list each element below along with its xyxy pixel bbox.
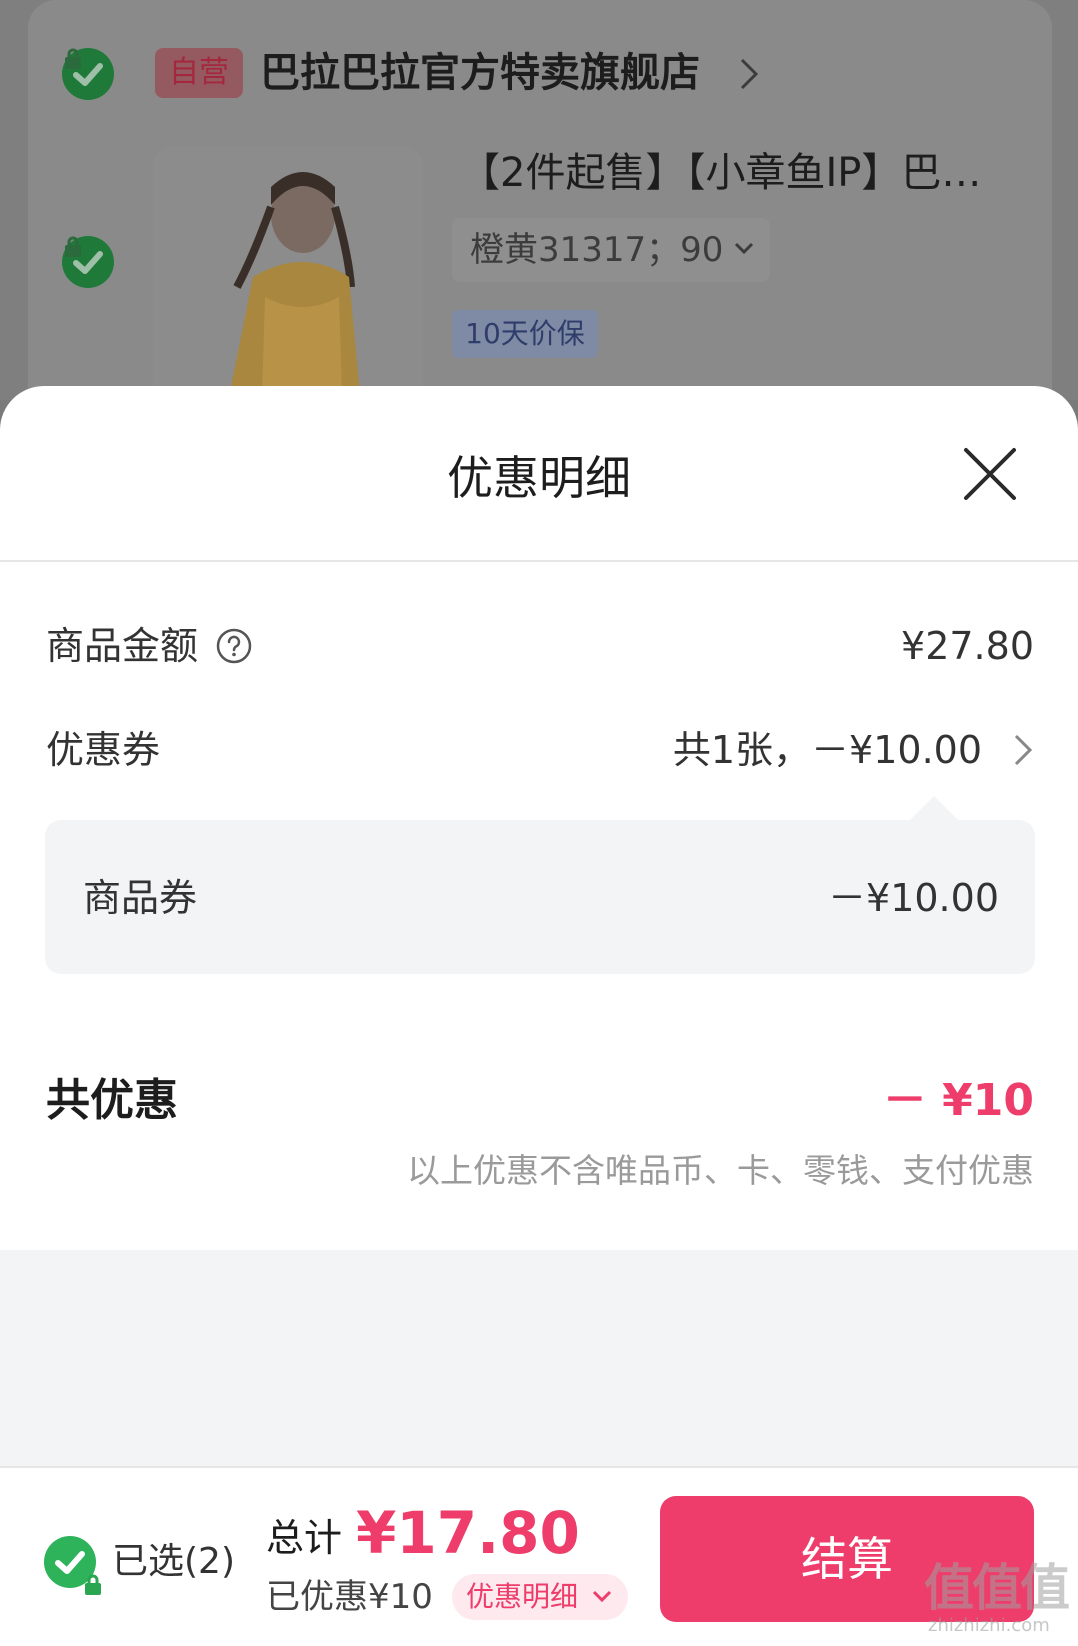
select-all-checkbox[interactable] bbox=[44, 1536, 101, 1595]
product-spec-select: 橙黄31317；90 bbox=[452, 218, 770, 282]
checkout-bar: 已选(2) 总计 ¥17.80 已优惠¥10 优惠明细 结算 bbox=[0, 1466, 1078, 1646]
goods-coupon-value: －¥10.00 bbox=[828, 876, 999, 920]
close-icon[interactable] bbox=[962, 446, 1018, 502]
total-discount-value: － ¥10 bbox=[882, 1075, 1034, 1126]
chevron-right-icon bbox=[740, 58, 759, 90]
lock-icon bbox=[65, 236, 81, 257]
chevron-down-icon bbox=[734, 242, 754, 255]
price-protect-badge: 10天价保 bbox=[452, 310, 598, 358]
discount-detail-toggle[interactable]: 优惠明细 bbox=[452, 1574, 628, 1620]
goods-amount-row: 商品金额 ¥27.80 bbox=[46, 616, 1034, 676]
discount-note: 以上优惠不含唯品币、卡、零钱、支付优惠 bbox=[407, 1151, 1034, 1190]
discount-detail-sheet: 优惠明细 商品金额 ¥27.80 优惠券 共1张，－¥10.00 商品券 －¥1… bbox=[0, 386, 1078, 1466]
watermark-logo: 值值值 bbox=[924, 1559, 1070, 1617]
cart-store-card: 自营 巴拉巴拉官方特卖旗舰店 【2件起售】【小章鱼IP】巴… 橙黄31317；9… bbox=[28, 0, 1052, 427]
goods-amount-label: 商品金额 bbox=[46, 624, 199, 668]
lock-icon bbox=[65, 48, 81, 69]
coupon-breakdown-box: 商品券 －¥10.00 bbox=[45, 796, 1035, 974]
chevron-down-icon bbox=[592, 1590, 612, 1603]
product-title: 【2件起售】【小章鱼IP】巴… bbox=[460, 150, 982, 196]
store-check-icon bbox=[62, 48, 114, 100]
total-label: 总计 bbox=[266, 1516, 343, 1560]
coupon-label: 优惠券 bbox=[46, 728, 161, 772]
selected-count: 已选(2) bbox=[112, 1541, 235, 1582]
chevron-right-icon bbox=[1014, 734, 1033, 766]
goods-coupon-label: 商品券 bbox=[83, 876, 198, 920]
lock-icon bbox=[85, 1574, 101, 1595]
product-image bbox=[153, 147, 423, 427]
self-operated-tag: 自营 bbox=[155, 48, 243, 98]
question-mark-icon[interactable] bbox=[216, 628, 252, 664]
item-check-icon bbox=[62, 236, 114, 288]
sheet-title: 优惠明细 bbox=[447, 451, 631, 505]
total-discount-label: 共优惠 bbox=[46, 1075, 178, 1126]
total-price: ¥17.80 bbox=[356, 1499, 580, 1567]
discount-detail-label: 优惠明细 bbox=[466, 1580, 579, 1613]
box-pointer bbox=[910, 796, 958, 820]
goods-amount-value: ¥27.80 bbox=[901, 624, 1034, 668]
background-overlay[interactable]: 自营 巴拉巴拉官方特卖旗舰店 【2件起售】【小章鱼IP】巴… 橙黄31317；9… bbox=[0, 0, 1078, 427]
coupon-row[interactable]: 优惠券 共1张，－¥10.00 bbox=[46, 720, 1034, 780]
sheet-filler bbox=[0, 1250, 1078, 1466]
saved-amount: 已优惠¥10 bbox=[266, 1577, 433, 1617]
sheet-divider bbox=[0, 560, 1078, 562]
store-name: 巴拉巴拉官方特卖旗舰店 bbox=[260, 50, 700, 96]
watermark-url: zhizhizhi.com bbox=[928, 1615, 1050, 1636]
coupon-value: 共1张，－¥10.00 bbox=[672, 728, 982, 772]
product-spec-text: 橙黄31317；90 bbox=[470, 230, 724, 270]
